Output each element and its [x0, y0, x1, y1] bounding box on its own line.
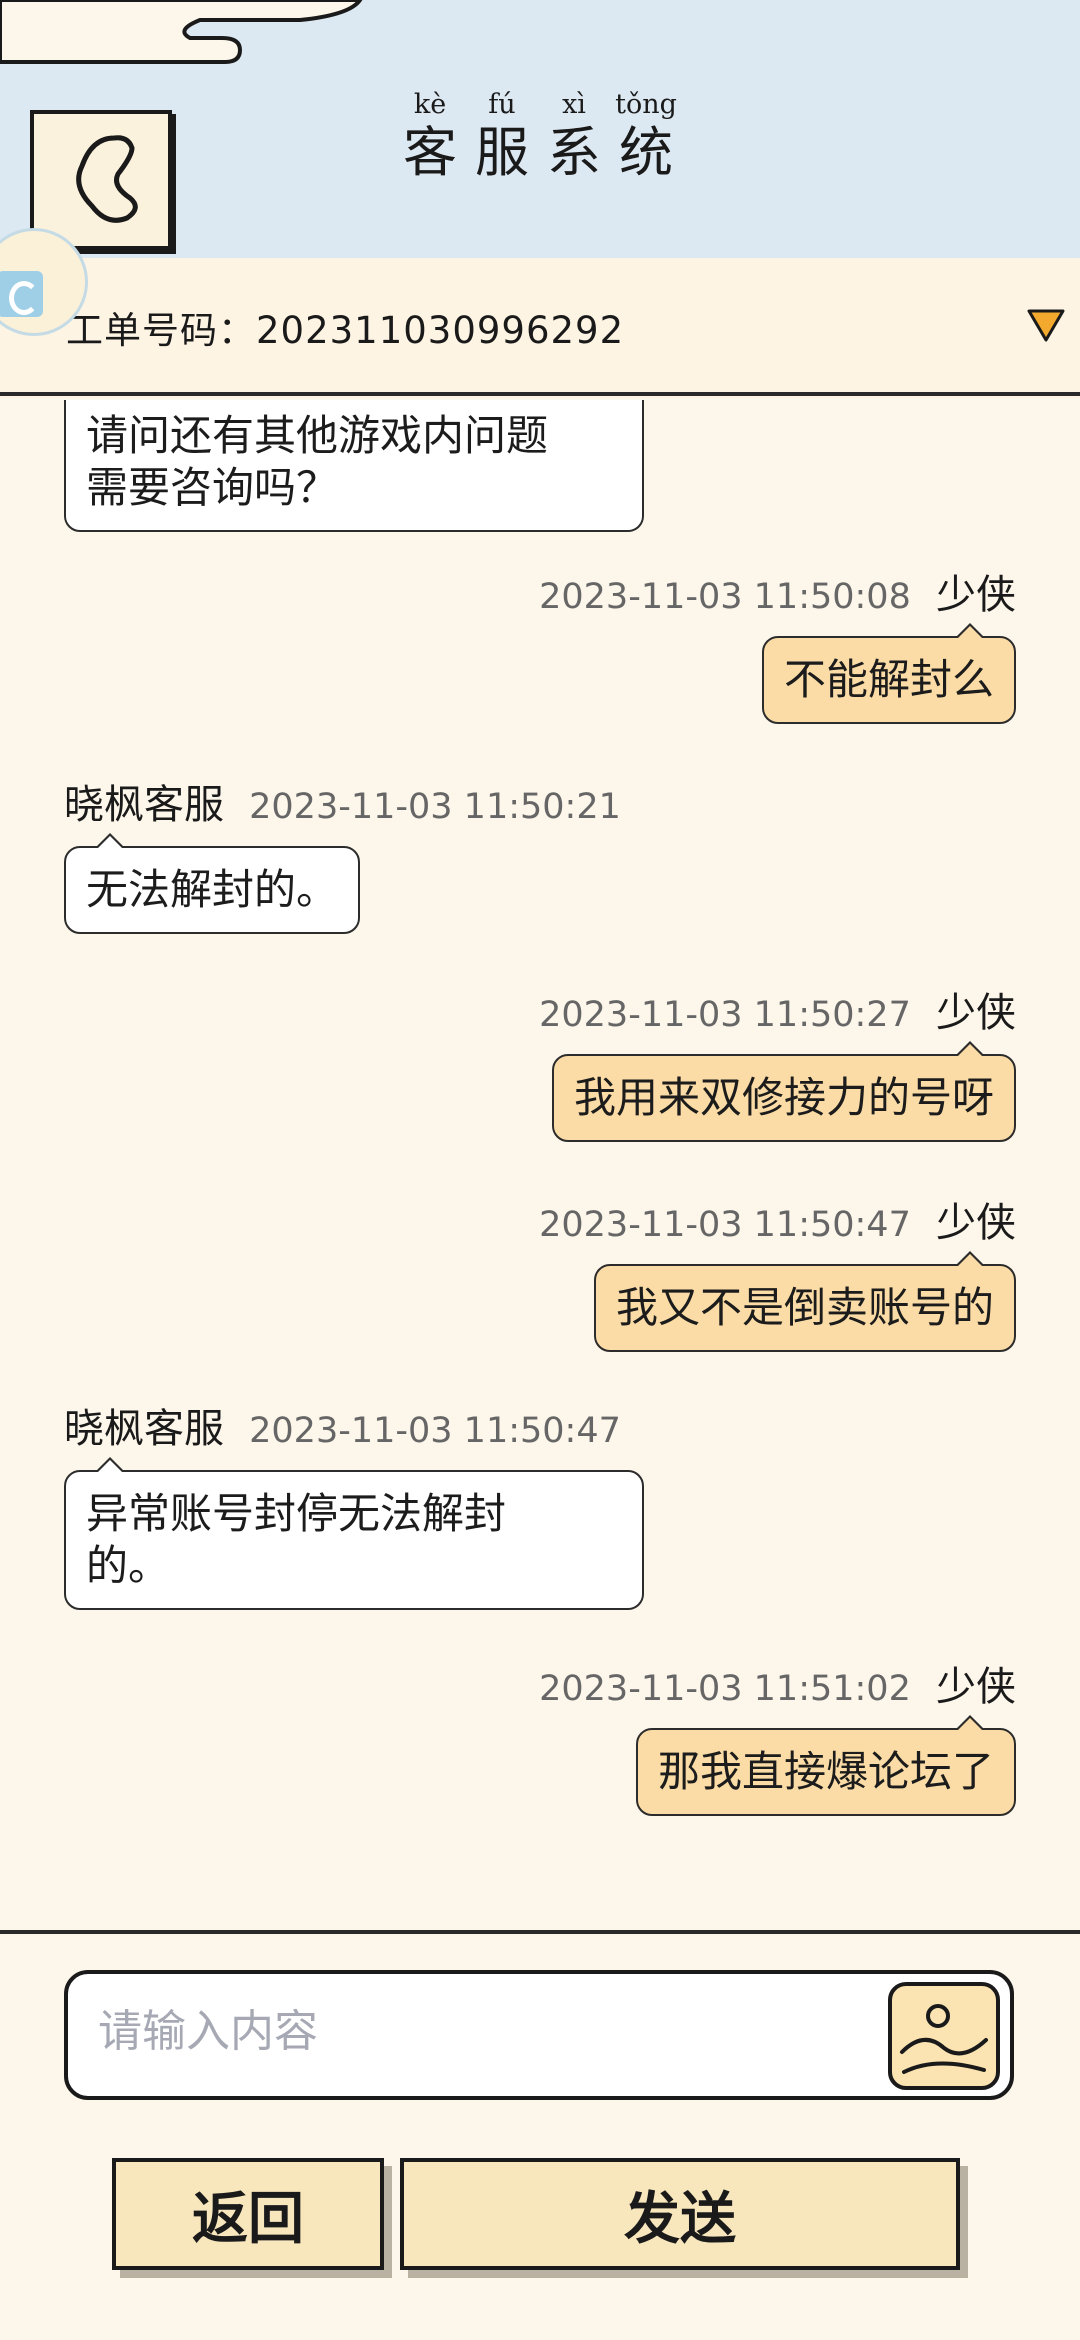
image-upload-button[interactable]	[888, 1982, 1000, 2090]
message-text: 那我直接爆论坛了	[657, 1747, 994, 1796]
message-time: 2023-11-03 11:50:47	[249, 1411, 621, 1451]
title-hanzi: 客	[403, 121, 457, 184]
message-text: 无法解封的。	[86, 865, 339, 914]
ticket-number: 工单号码：202311030996292	[66, 309, 625, 352]
back-icon-button[interactable]	[30, 110, 172, 250]
cloud-decoration-icon	[0, 0, 363, 64]
title-hanzi: 统	[619, 121, 673, 184]
cs-message-bubble: 请问还有其他游戏内问题 需要咨询吗？	[64, 400, 644, 532]
message-line: 异常账号封停无法解封	[86, 1489, 507, 1538]
title-char: xì 系	[539, 90, 609, 186]
cs-message-bubble: 无法解封的。	[64, 833, 361, 934]
title-hanzi: 系	[547, 121, 601, 184]
message-input-box	[64, 1970, 1014, 2100]
message-line: 请问还有其他游戏内问题	[86, 411, 549, 460]
sender-name: 少侠	[936, 990, 1016, 1036]
message-time: 2023-11-03 11:50:47	[539, 1205, 911, 1245]
message-meta: 2023-11-03 11:50:47 少侠	[539, 1190, 1016, 1248]
message-meta: 2023-11-03 11:50:08 少侠	[539, 562, 1016, 620]
sender-name: 晓枫客服	[64, 782, 224, 828]
title-char: kè 客	[395, 90, 465, 186]
message-meta: 2023-11-03 11:51:02 少侠	[539, 1654, 1016, 1712]
user-message-bubble: 那我直接爆论坛了	[635, 1715, 1016, 1816]
sender-name: 少侠	[936, 1200, 1016, 1246]
message-input[interactable]	[98, 1996, 878, 2066]
back-button[interactable]: 返回	[112, 2158, 384, 2270]
message-time: 2023-11-03 11:50:27	[539, 995, 911, 1035]
user-message-bubble: 不能解封么	[761, 623, 1016, 724]
sender-name: 晓枫客服	[64, 1406, 224, 1452]
title-hanzi: 服	[475, 121, 529, 184]
chevron-left-heart-icon	[76, 135, 138, 223]
divider	[0, 1930, 1080, 1934]
title-pinyin: tǒng	[615, 89, 677, 120]
message-text: 我用来双修接力的号呀	[573, 1073, 994, 1122]
message-meta: 晓枫客服 2023-11-03 11:50:21	[64, 772, 621, 830]
message-line: 的。	[86, 1541, 171, 1590]
user-message-bubble: 我又不是倒卖账号的	[593, 1251, 1016, 1352]
header-bar: kè 客 fú 服 xì 系 tǒng 统	[0, 0, 1080, 258]
triangle-down-icon[interactable]	[1026, 308, 1066, 344]
user-message-bubble: 我用来双修接力的号呀	[551, 1041, 1016, 1142]
badge-inner	[0, 271, 43, 317]
send-button[interactable]: 发送	[400, 2158, 960, 2270]
message-time: 2023-11-03 11:50:21	[249, 787, 621, 827]
page-title: kè 客 fú 服 xì 系 tǒng 统	[395, 90, 695, 190]
divider	[0, 392, 1080, 396]
chat-list[interactable]: 请问还有其他游戏内问题 需要咨询吗？ 2023-11-03 11:50:08 少…	[0, 400, 1080, 1925]
image-upload-icon	[900, 2004, 988, 2074]
title-pinyin: xì	[562, 89, 586, 120]
title-pinyin: kè	[413, 89, 447, 120]
title-char: fú 服	[467, 90, 537, 186]
message-time: 2023-11-03 11:51:02	[539, 1669, 911, 1709]
title-pinyin: fú	[488, 89, 516, 120]
cs-message-bubble: 异常账号封停无法解封 的。	[64, 1457, 644, 1610]
message-time: 2023-11-03 11:50:08	[539, 577, 911, 617]
message-text: 我又不是倒卖账号的	[615, 1283, 994, 1332]
message-text: 不能解封么	[783, 655, 994, 704]
message-line: 需要咨询吗？	[86, 463, 339, 512]
message-meta: 晓枫客服 2023-11-03 11:50:47	[64, 1396, 621, 1454]
sender-name: 少侠	[936, 572, 1016, 618]
message-meta: 2023-11-03 11:50:27 少侠	[539, 980, 1016, 1038]
customer-service-screen: kè 客 fú 服 xì 系 tǒng 统 工单号码：2023110309962…	[0, 0, 1080, 2340]
sender-name: 少侠	[936, 1664, 1016, 1710]
title-char: tǒng 统	[611, 90, 681, 186]
